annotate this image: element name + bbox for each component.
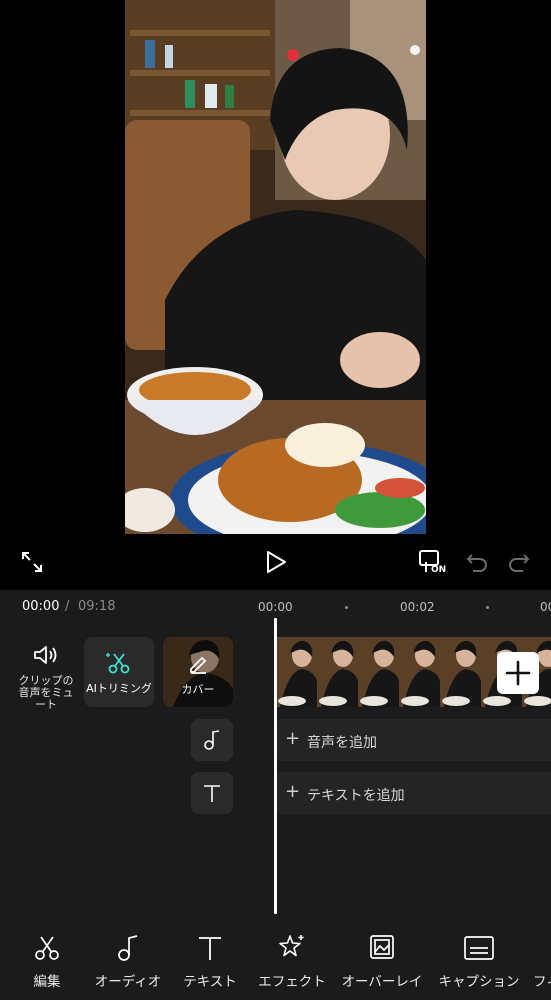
- ai-trimming-button[interactable]: AIトリミング: [84, 637, 154, 707]
- fullscreen-icon[interactable]: [20, 550, 44, 574]
- music-note-icon: [204, 730, 220, 750]
- undo-icon[interactable]: [466, 551, 488, 573]
- tool-text[interactable]: テキスト: [173, 916, 247, 1000]
- add-text-track[interactable]: + テキストを追加: [277, 772, 551, 814]
- tool-edit[interactable]: 編集: [12, 916, 82, 1000]
- cover-label: カバー: [181, 683, 215, 696]
- music-note-icon: [118, 935, 138, 961]
- pencil-icon: [190, 656, 207, 674]
- current-time: 00:00: [22, 599, 60, 614]
- tool-captions[interactable]: キャプション: [432, 916, 526, 1000]
- tool-label: テキスト: [183, 974, 237, 990]
- text-track-button[interactable]: [191, 772, 233, 814]
- video-still-image: [125, 0, 426, 534]
- tool-label: フィ: [533, 974, 551, 990]
- play-icon[interactable]: [265, 550, 287, 574]
- tool-overlay[interactable]: オーバーレイ: [337, 916, 427, 1000]
- speaker-icon: [34, 646, 57, 664]
- ruler-dot: [345, 606, 348, 609]
- overlay-image-icon: [370, 935, 394, 959]
- time-separator: /: [65, 599, 70, 614]
- captions-icon: [464, 936, 494, 960]
- ruler-mark: 00:0: [540, 600, 551, 614]
- cover-button[interactable]: カバー: [163, 637, 233, 707]
- playhead[interactable]: [274, 618, 277, 914]
- redo-icon[interactable]: [508, 551, 530, 573]
- tool-audio[interactable]: オーディオ: [88, 916, 168, 1000]
- tool-label: オーディオ: [94, 974, 162, 990]
- plus-icon: [505, 660, 531, 686]
- text-t-icon: [199, 937, 221, 960]
- audio-track-button[interactable]: [191, 719, 233, 761]
- preview-area: ON: [0, 0, 551, 590]
- plus-icon: +: [285, 781, 301, 802]
- add-text-label: テキストを追加: [307, 788, 405, 804]
- text-t-icon: [204, 785, 220, 802]
- plus-icon: +: [285, 728, 301, 749]
- tool-effects[interactable]: エフェクト: [252, 916, 332, 1000]
- effects-star-icon: [279, 935, 304, 957]
- scissors-icon: [35, 936, 59, 960]
- add-audio-label: 音声を追加: [307, 735, 377, 751]
- tool-label: キャプション: [438, 974, 520, 990]
- keyframe-toggle-button[interactable]: ON: [418, 548, 450, 578]
- tool-label: オーバーレイ: [341, 974, 423, 990]
- ai-trimming-label: AIトリミング: [86, 682, 152, 695]
- video-preview[interactable]: [125, 0, 426, 534]
- ruler-mark: 00:02: [400, 600, 435, 614]
- add-clip-button[interactable]: [497, 652, 539, 694]
- ai-scissors-icon: [106, 653, 130, 674]
- tool-label: エフェクト: [258, 974, 326, 990]
- ruler-dot: [486, 606, 489, 609]
- mute-clip-audio-button[interactable]: クリップの 音声をミュ ート: [10, 644, 82, 718]
- mute-label: クリップの 音声をミュ ート: [18, 674, 74, 711]
- tool-label: 編集: [33, 974, 61, 990]
- tool-filters[interactable]: フィ: [530, 916, 551, 1000]
- total-time: 09:18: [78, 599, 116, 614]
- toggle-badge: ON: [431, 565, 447, 575]
- add-audio-track[interactable]: + 音声を追加: [277, 719, 551, 761]
- bottom-toolbar: 編集 オーディオ テキスト エフェクト オーバーレイ キャプション フ: [0, 916, 551, 1000]
- ruler-mark: 00:00: [258, 600, 293, 614]
